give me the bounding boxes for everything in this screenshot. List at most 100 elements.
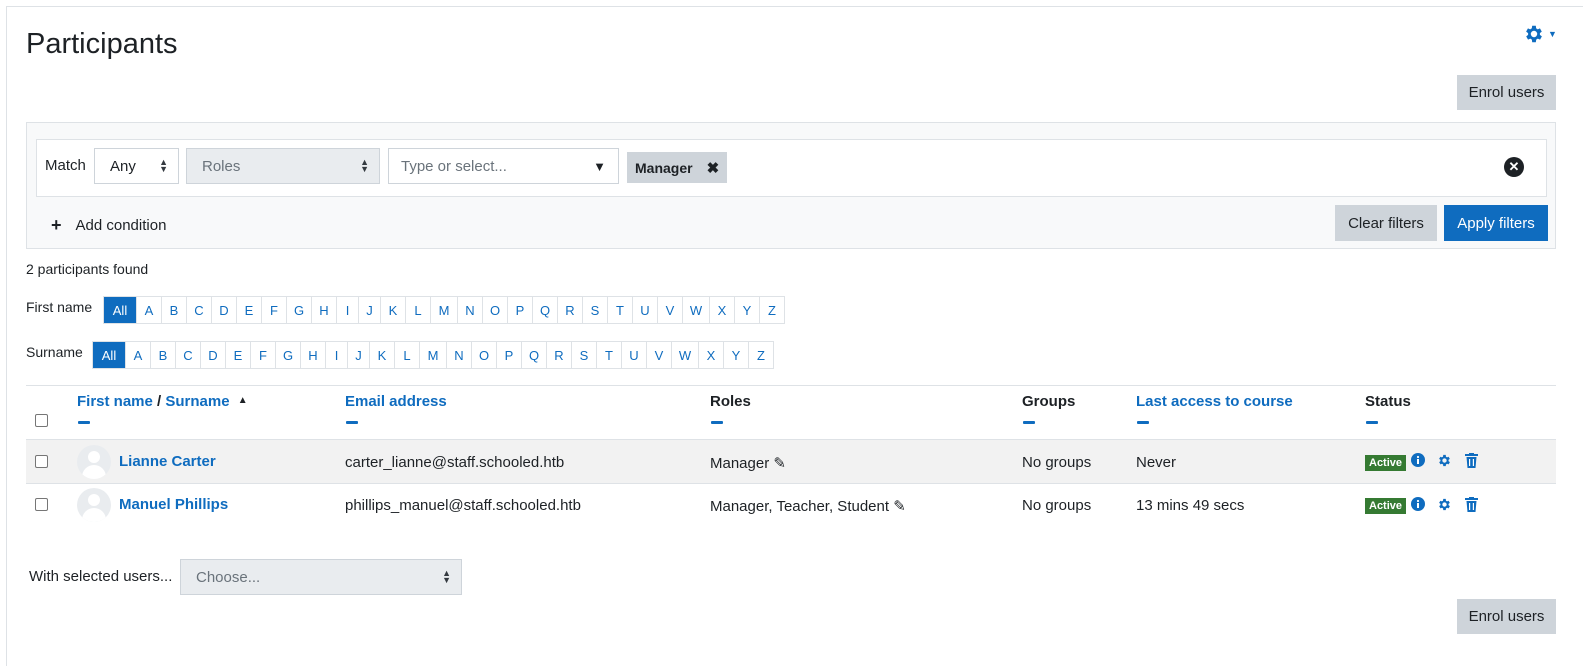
header-roles: Roles (710, 393, 751, 410)
filter-field-select[interactable]: Roles ▲ ▼ (186, 148, 380, 184)
initial-y[interactable]: Y (735, 297, 760, 323)
initial-m[interactable]: M (431, 297, 458, 323)
initial-q[interactable]: Q (522, 342, 547, 368)
info-icon[interactable] (1411, 453, 1425, 471)
collapse-column-icon[interactable] (711, 421, 723, 424)
initial-h[interactable]: H (301, 342, 326, 368)
initial-d[interactable]: D (201, 342, 226, 368)
table-row (26, 440, 1556, 484)
initial-n[interactable]: N (447, 342, 472, 368)
status-badge: Active (1365, 455, 1407, 471)
enrol-users-button-bottom[interactable]: Enrol users (1457, 599, 1556, 634)
match-select[interactable]: Any ▲ ▼ (94, 148, 179, 184)
gear-icon[interactable] (1437, 497, 1452, 516)
initial-e[interactable]: E (237, 297, 262, 323)
initial-z[interactable]: Z (749, 342, 774, 368)
sort-surname-link[interactable]: Surname (165, 393, 229, 410)
course-settings-menu[interactable]: ▼ (1523, 22, 1563, 46)
apply-filters-button[interactable]: Apply filters (1444, 205, 1548, 241)
remove-pill-icon[interactable]: ✖ (707, 159, 720, 177)
filter-value-autocomplete[interactable]: Type or select... ▼ (388, 148, 619, 184)
initial-s[interactable]: S (572, 342, 597, 368)
initial-b[interactable]: B (162, 297, 187, 323)
initial-i[interactable]: I (326, 342, 348, 368)
initial-j[interactable]: J (348, 342, 370, 368)
sort-email-link[interactable]: Email address (345, 393, 447, 410)
initial-l[interactable]: L (406, 297, 431, 323)
remove-condition-icon[interactable]: ✕ (1504, 157, 1524, 177)
initial-g[interactable]: G (287, 297, 312, 323)
sort-firstname-link[interactable]: First name (77, 393, 153, 410)
gear-icon[interactable] (1437, 453, 1452, 472)
trash-icon[interactable] (1465, 453, 1478, 472)
initial-j[interactable]: J (359, 297, 381, 323)
initial-q[interactable]: Q (533, 297, 558, 323)
initial-o[interactable]: O (483, 297, 508, 323)
select-all-checkbox[interactable] (35, 414, 48, 427)
initial-h[interactable]: H (312, 297, 337, 323)
user-name-link[interactable]: Lianne Carter (119, 453, 216, 470)
initial-a[interactable]: A (137, 297, 162, 323)
initial-w[interactable]: W (683, 297, 710, 323)
initial-w[interactable]: W (672, 342, 699, 368)
initial-u[interactable]: U (622, 342, 647, 368)
initial-k[interactable]: K (381, 297, 406, 323)
initial-all[interactable]: All (104, 297, 137, 323)
initial-x[interactable]: X (699, 342, 724, 368)
initial-p[interactable]: P (497, 342, 522, 368)
initial-k[interactable]: K (370, 342, 395, 368)
sort-arrows-icon: ▲ ▼ (442, 568, 451, 585)
collapse-column-icon[interactable] (78, 421, 90, 424)
initial-n[interactable]: N (458, 297, 483, 323)
bulk-action-select[interactable]: Choose... ▲ ▼ (180, 559, 462, 595)
info-icon[interactable] (1411, 497, 1425, 515)
initial-r[interactable]: R (558, 297, 583, 323)
pencil-icon[interactable]: ✎ (893, 498, 906, 515)
firstname-initials-label: First name (26, 299, 93, 315)
initial-s[interactable]: S (583, 297, 608, 323)
initial-y[interactable]: Y (724, 342, 749, 368)
add-condition-button[interactable]: + Add condition (51, 215, 166, 236)
initial-b[interactable]: B (151, 342, 176, 368)
collapse-column-icon[interactable] (346, 421, 358, 424)
initial-t[interactable]: T (597, 342, 622, 368)
initial-f[interactable]: F (262, 297, 287, 323)
initial-m[interactable]: M (420, 342, 447, 368)
initial-x[interactable]: X (710, 297, 735, 323)
clear-filters-button[interactable]: Clear filters (1335, 205, 1437, 241)
initial-v[interactable]: V (658, 297, 683, 323)
autocomplete-placeholder: Type or select... (401, 157, 507, 175)
initial-c[interactable]: C (187, 297, 212, 323)
collapse-column-icon[interactable] (1137, 421, 1149, 424)
initial-i[interactable]: I (337, 297, 359, 323)
collapse-column-icon[interactable] (1366, 421, 1378, 424)
initial-c[interactable]: C (176, 342, 201, 368)
header-separator: / (157, 393, 162, 410)
user-last-access: 13 mins 49 secs (1136, 497, 1245, 514)
initial-o[interactable]: O (472, 342, 497, 368)
initial-d[interactable]: D (212, 297, 237, 323)
collapse-column-icon[interactable] (1023, 421, 1035, 424)
initial-z[interactable]: Z (760, 297, 785, 323)
enrol-users-button-top[interactable]: Enrol users (1457, 75, 1556, 110)
initial-v[interactable]: V (647, 342, 672, 368)
initial-u[interactable]: U (633, 297, 658, 323)
initial-g[interactable]: G (276, 342, 301, 368)
initial-f[interactable]: F (251, 342, 276, 368)
selected-role-pill[interactable]: Manager ✖ (627, 152, 728, 183)
initial-e[interactable]: E (226, 342, 251, 368)
row-checkbox[interactable] (35, 455, 48, 468)
initial-r[interactable]: R (547, 342, 572, 368)
pencil-icon[interactable]: ✎ (773, 455, 786, 472)
initial-all[interactable]: All (93, 342, 126, 368)
sort-last-access-link[interactable]: Last access to course (1136, 393, 1293, 410)
initial-a[interactable]: A (126, 342, 151, 368)
initial-l[interactable]: L (395, 342, 420, 368)
row-checkbox[interactable] (35, 498, 48, 511)
surname-initials-bar: All A B C D E F G H I J K L M N O P Q R S T U V W X Y Z (92, 341, 774, 369)
dropdown-triangle-icon: ▼ (593, 158, 606, 174)
initial-t[interactable]: T (608, 297, 633, 323)
initial-p[interactable]: P (508, 297, 533, 323)
user-name-link[interactable]: Manuel Phillips (119, 496, 228, 513)
trash-icon[interactable] (1465, 497, 1478, 516)
